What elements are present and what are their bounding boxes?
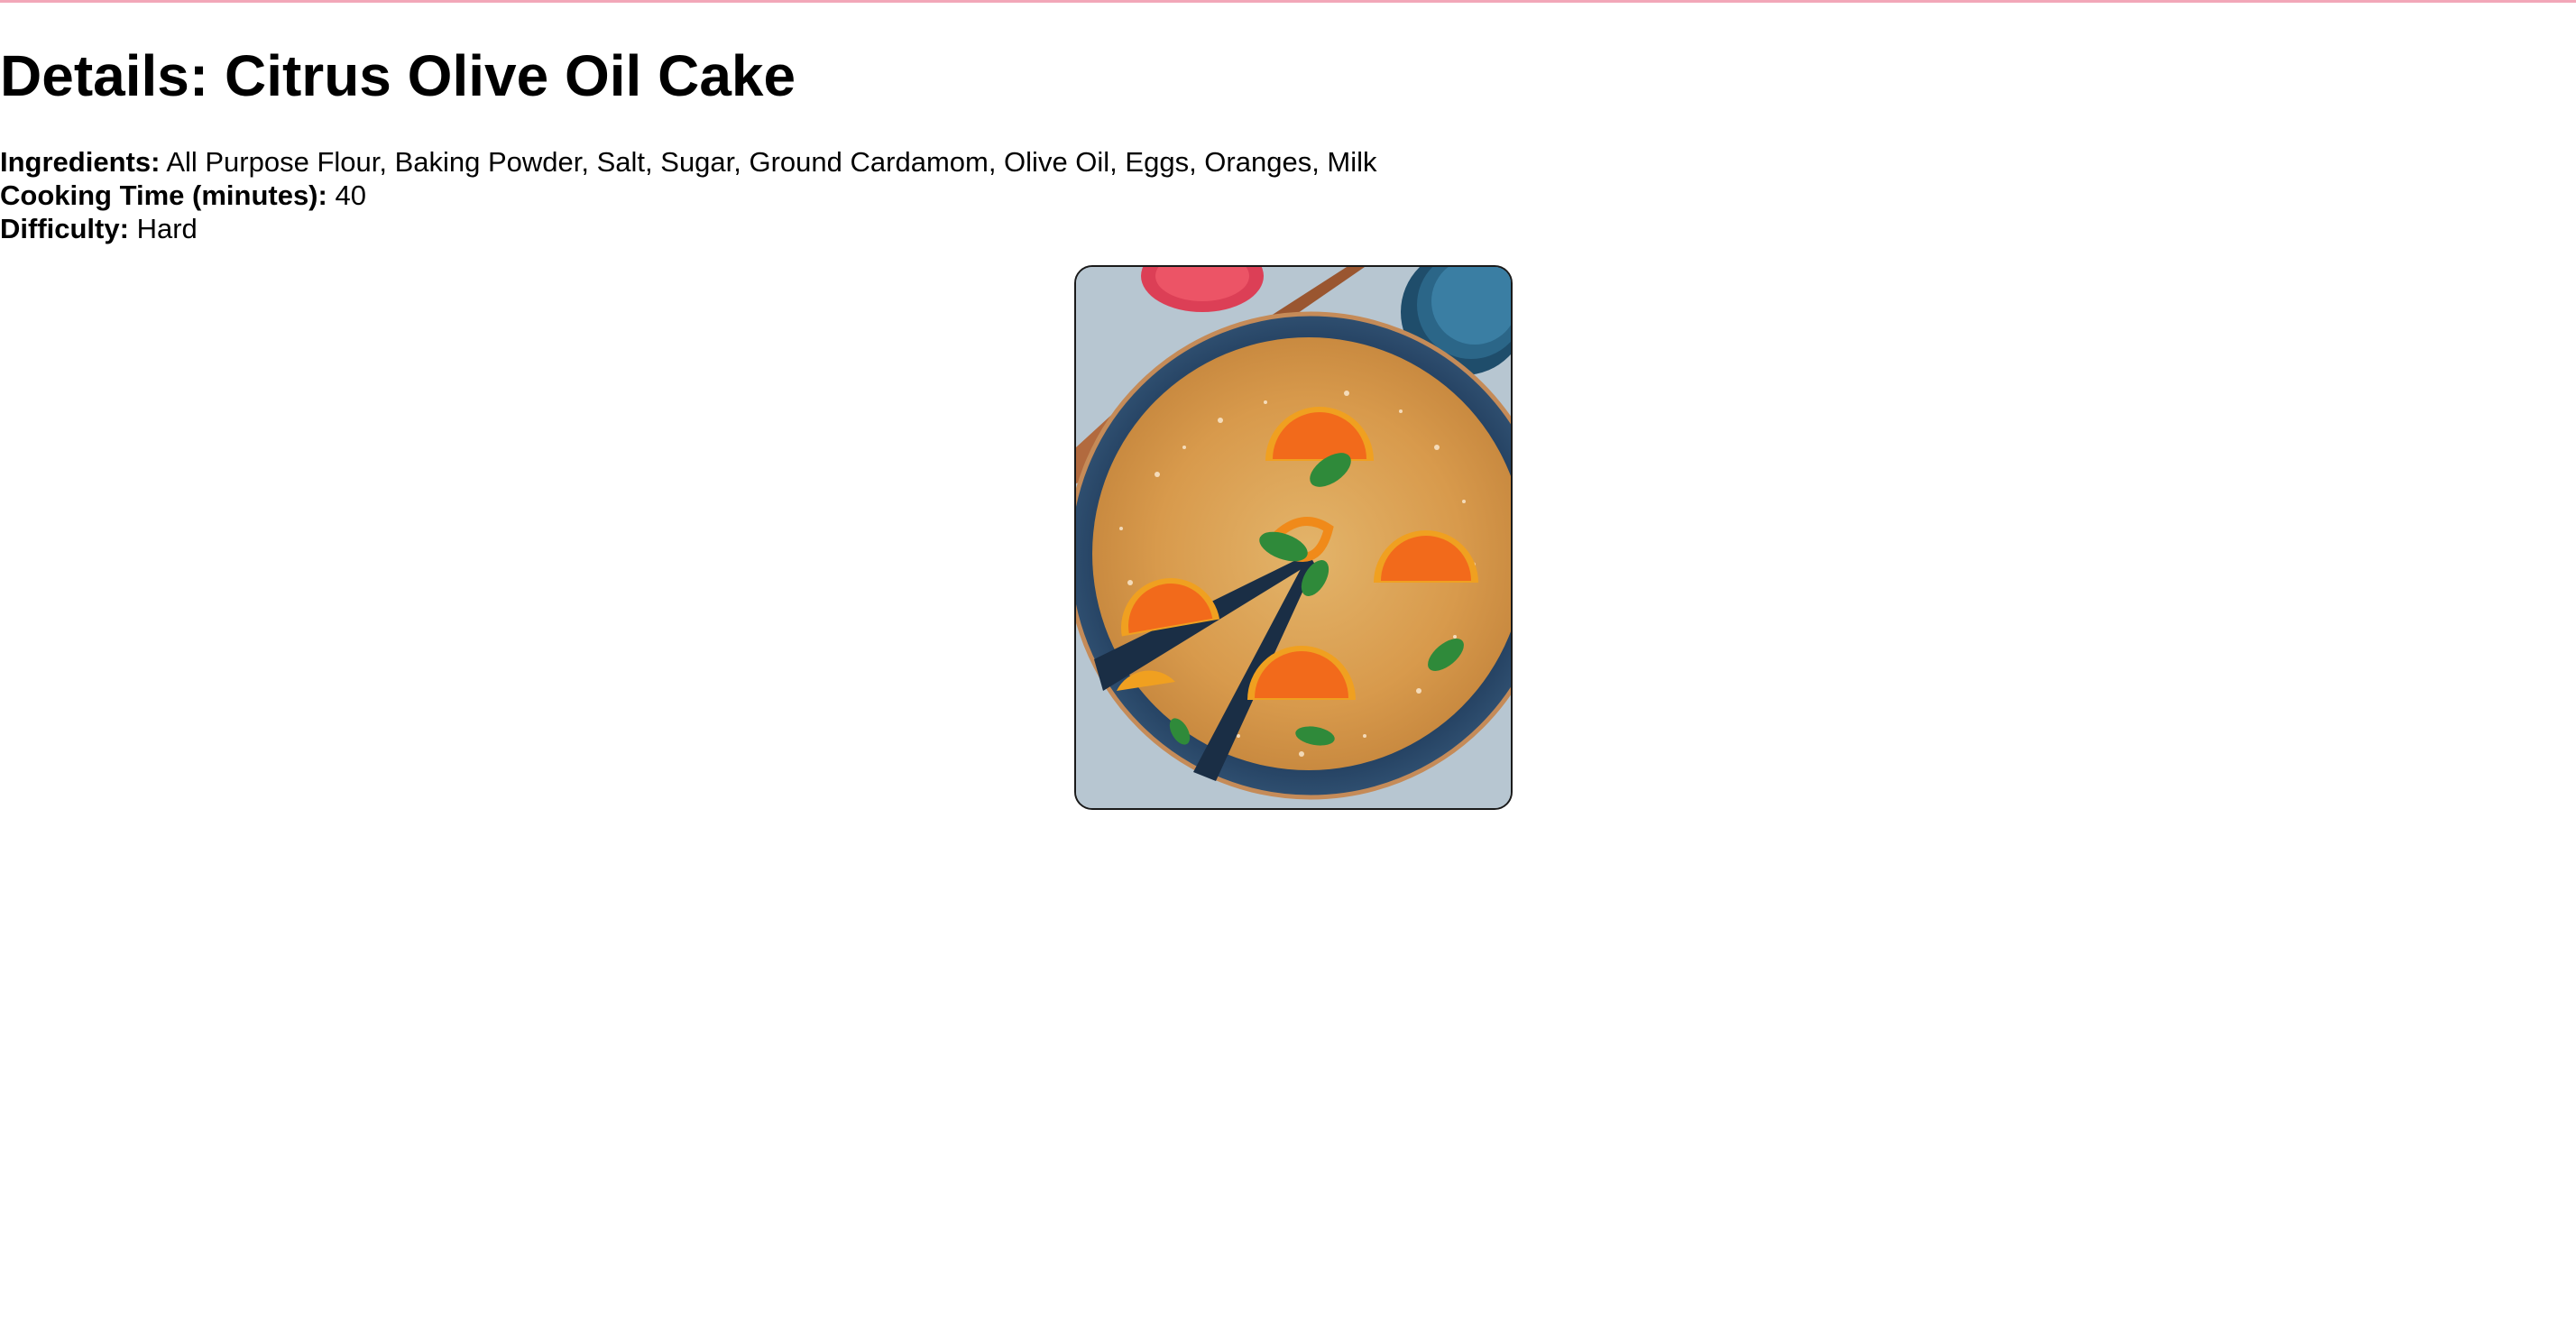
recipe-photo [1074,265,1513,810]
recipe-details-page: Details: Citrus Olive Oil Cake Ingredien… [0,0,2576,1324]
cooking-time-value: 40 [335,179,366,211]
ingredients-row: Ingredients: All Purpose Flour, Baking P… [0,145,1377,179]
ingredients-label: Ingredients: [0,146,161,178]
cooking-time-row: Cooking Time (minutes): 40 [0,179,1377,212]
ingredients-value: All Purpose Flour, Baking Powder, Salt, … [166,146,1377,178]
difficulty-row: Difficulty: Hard [0,212,1377,245]
cake-illustration [1076,267,1511,808]
recipe-details-list: Ingredients: All Purpose Flour, Baking P… [0,145,1377,245]
difficulty-label: Difficulty: [0,213,129,244]
page-title: Details: Citrus Olive Oil Cake [0,43,796,108]
cooking-time-label: Cooking Time (minutes): [0,179,327,211]
difficulty-value: Hard [136,213,198,244]
